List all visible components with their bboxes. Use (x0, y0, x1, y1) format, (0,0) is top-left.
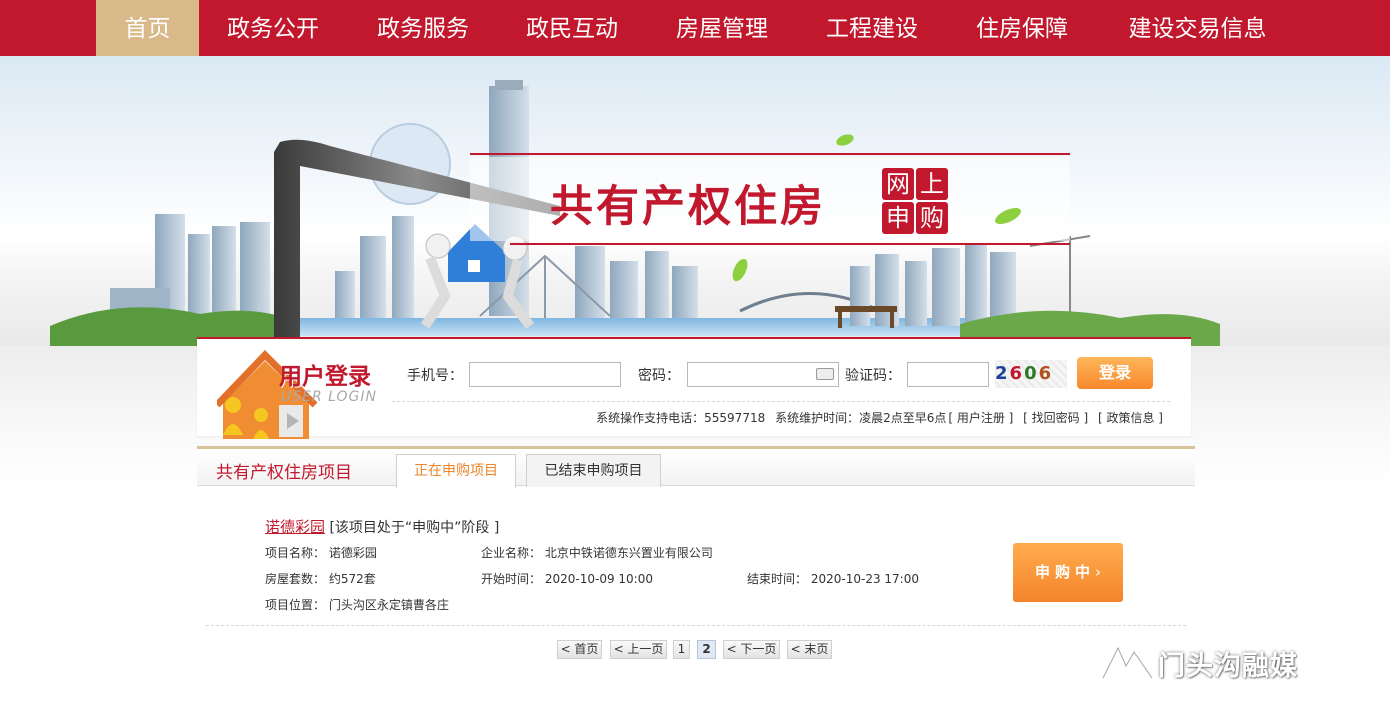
end-time-label: 结束时间： (747, 572, 808, 586)
pager-first[interactable]: < 首页 (557, 640, 602, 659)
banner: 共有产权住房 网 上 申 购 (0, 56, 1390, 346)
company-label: 企业名称： (481, 546, 542, 560)
project-status: [该项目处于“申购中”阶段 ] (329, 520, 500, 536)
tab-ended-projects[interactable]: 已结束申购项目 (526, 454, 661, 487)
pager-prev[interactable]: < 上一页 (610, 640, 667, 659)
project-name-row: 项目名称： 诺德彩园 (265, 544, 377, 561)
nav-item-housing-management[interactable]: 房屋管理 (653, 0, 791, 56)
projects-section: 共有产权住房项目 正在申购项目 已结束申购项目 诺德彩园 [该项目处于“申购中”… (197, 446, 1195, 704)
login-divider (392, 401, 1170, 402)
location-value: 门头沟区永定镇曹各庄 (328, 598, 449, 612)
find-password-link[interactable]: [ 找回密码 ] (1023, 411, 1088, 425)
banner-title: 共有产权住房 (550, 182, 826, 232)
apply-button-label: 申购中 (1034, 563, 1095, 581)
list-divider (206, 625, 1186, 626)
captcha-label: 验证码： (845, 368, 901, 384)
password-label: 密码： (638, 368, 680, 384)
nav-item-government-services[interactable]: 政务服务 (354, 0, 492, 56)
project-name-label: 项目名称： (265, 546, 326, 560)
chevron-right-icon: › (1095, 563, 1101, 581)
start-time-row: 开始时间： 2020-10-09 10:00 (481, 570, 653, 587)
login-info: 系统操作支持电话：55597718 系统维护时间：凌晨2点至早6点[ 用户注册 … (596, 409, 1163, 426)
maintenance-time: 系统维护时间：凌晨2点至早6点 (775, 411, 947, 425)
badge-char: 申 (882, 202, 914, 234)
login-button[interactable]: 登录 (1077, 357, 1153, 389)
captcha-image[interactable]: 2606 (995, 360, 1067, 388)
pager-next[interactable]: < 下一页 (723, 640, 780, 659)
projects-tabbar: 共有产权住房项目 正在申购项目 已结束申购项目 (197, 449, 1195, 488)
register-link[interactable]: [ 用户注册 ] (948, 411, 1013, 425)
end-time-row: 结束时间： 2020-10-23 17:00 (747, 570, 919, 587)
login-title: 用户登录 (279, 364, 371, 390)
location-row: 项目位置： 门头沟区永定镇曹各庄 (265, 596, 449, 613)
captcha-char: 2 (995, 363, 1010, 384)
units-label: 房屋套数： (265, 572, 326, 586)
keyboard-icon[interactable] (816, 368, 834, 380)
nav-item-housing-security[interactable]: 住房保障 (953, 0, 1091, 56)
left-skyline (50, 214, 300, 346)
policy-info-link[interactable]: [ 政策信息 ] (1098, 411, 1163, 425)
apply-button[interactable]: 申购中› (1013, 543, 1123, 602)
support-phone: 系统操作支持电话：55597718 (596, 411, 766, 425)
captcha-input[interactable] (907, 362, 989, 387)
watermark-text: 门头沟融媒 (1158, 651, 1298, 682)
badge-char: 购 (916, 202, 948, 234)
pager-last[interactable]: < 末页 (787, 640, 832, 659)
section-title: 共有产权住房项目 (216, 463, 352, 483)
badge-char: 上 (916, 168, 948, 200)
bench (835, 306, 897, 312)
nav-item-trading-info[interactable]: 建设交易信息 (1110, 0, 1285, 56)
nav-item-home[interactable]: 首页 (96, 0, 199, 56)
phone-input[interactable] (469, 362, 621, 387)
nav-item-interaction[interactable]: 政民互动 (503, 0, 641, 56)
nav-item-engineering[interactable]: 工程建设 (803, 0, 941, 56)
phone-label: 手机号： (407, 368, 463, 384)
captcha-char: 6 (1009, 363, 1025, 384)
project-heading: 诺德彩园 [该项目处于“申购中”阶段 ] (265, 516, 499, 537)
top-navigation: 首页 政务公开 政务服务 政民互动 房屋管理 工程建设 住房保障 建设交易信息 (0, 0, 1390, 56)
online-apply-badge: 网 上 申 购 (882, 168, 948, 234)
company-value: 北京中铁诺德东兴置业有限公司 (544, 546, 713, 560)
watermark-logo-icon (1100, 645, 1155, 680)
project-name-value: 诺德彩园 (328, 546, 377, 560)
tab-active-projects[interactable]: 正在申购项目 (396, 454, 516, 488)
start-time-value: 2020-10-09 10:00 (544, 572, 653, 586)
project-name-link[interactable]: 诺德彩园 (265, 518, 325, 536)
pager-page-2[interactable]: 2 (697, 640, 716, 659)
end-time-value: 2020-10-23 17:00 (810, 572, 919, 586)
login-panel: 用户登录 USER LOGIN 手机号： 密码： 验证码： 2606 登录 系统… (197, 337, 1191, 439)
captcha-char: 6 (1038, 363, 1054, 384)
watermark: 门头沟融媒 (1100, 640, 1360, 684)
captcha-char: 0 (1024, 363, 1039, 384)
login-subtitle: USER LOGIN (281, 389, 377, 405)
pager-page-1[interactable]: 1 (673, 640, 690, 659)
units-value: 约572套 (328, 572, 376, 586)
units-row: 房屋套数： 约572套 (265, 570, 376, 587)
start-time-label: 开始时间： (481, 572, 542, 586)
company-row: 企业名称： 北京中铁诺德东兴置业有限公司 (481, 544, 713, 561)
nav-item-government-affairs[interactable]: 政务公开 (204, 0, 342, 56)
badge-char: 网 (882, 168, 914, 200)
location-label: 项目位置： (265, 598, 326, 612)
